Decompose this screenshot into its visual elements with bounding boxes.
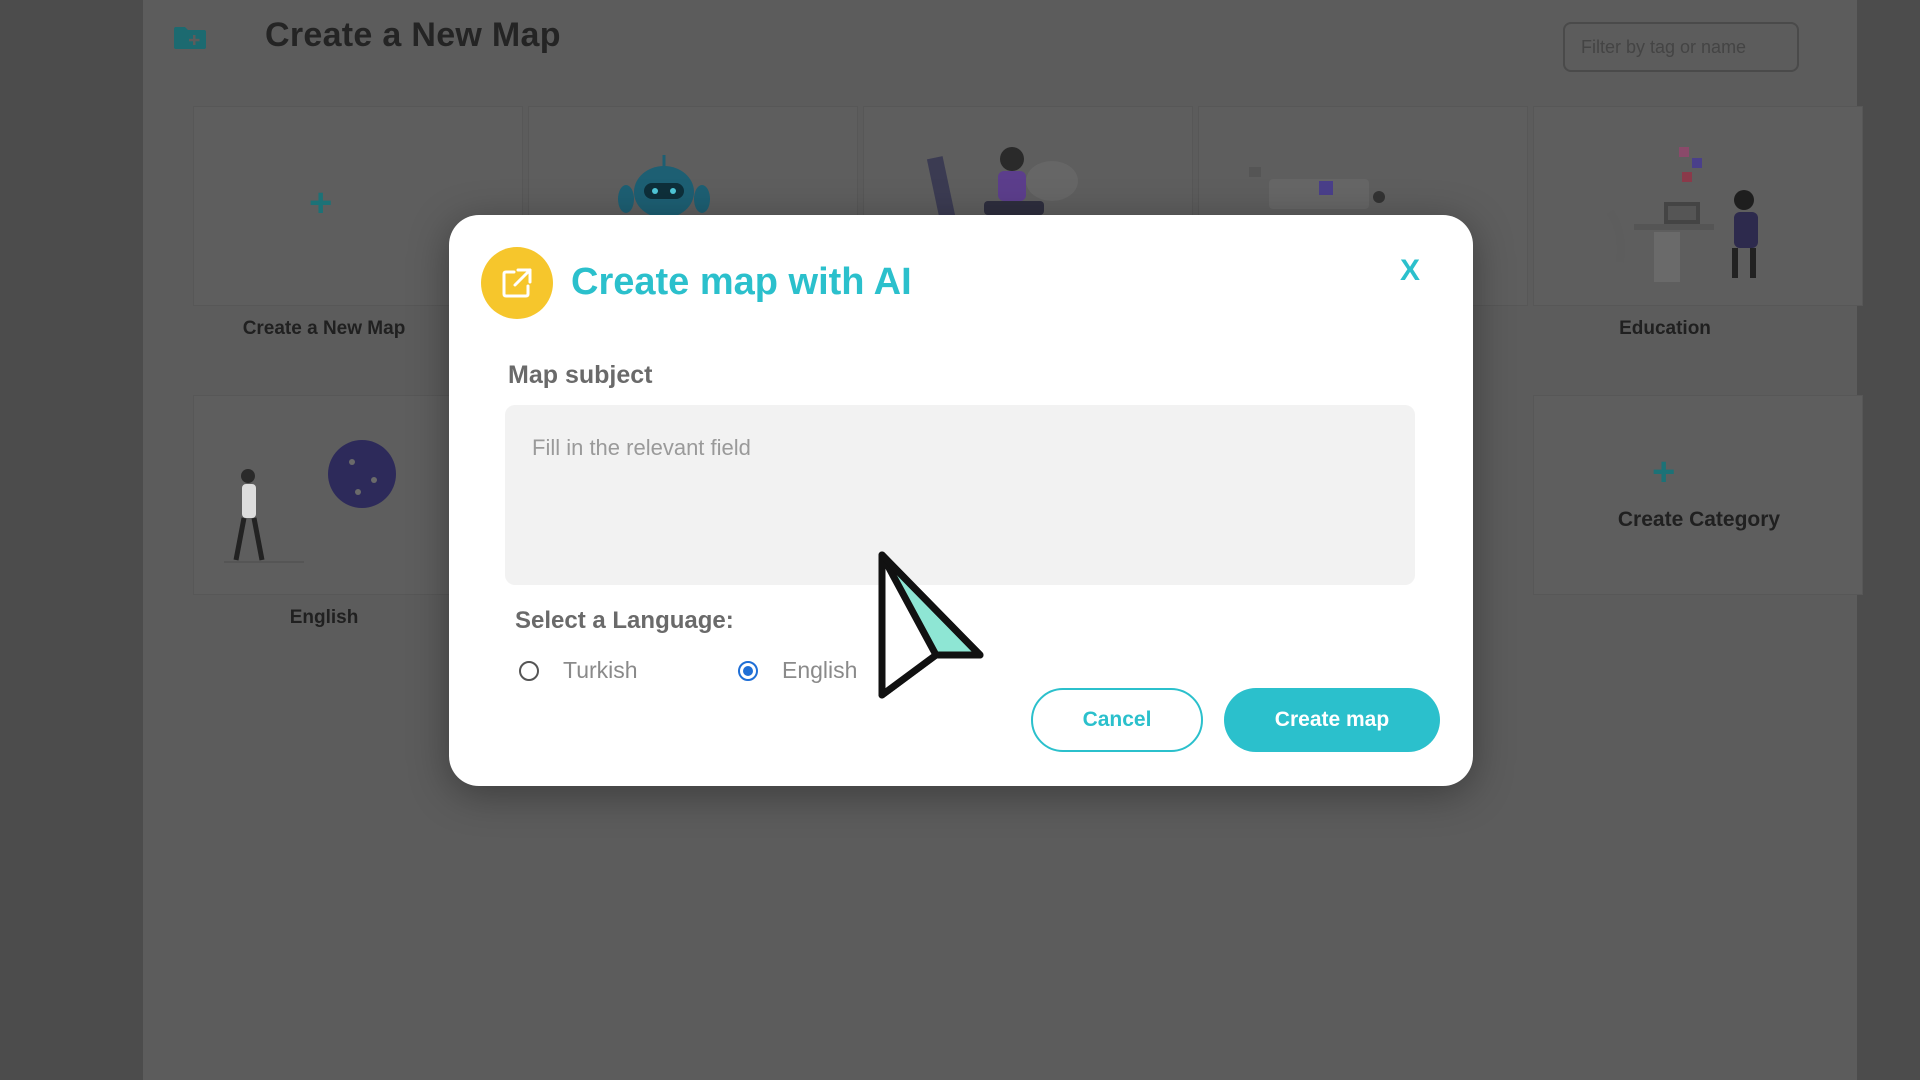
map-subject-label: Map subject	[508, 361, 653, 389]
create-map-button[interactable]: Create map	[1224, 688, 1440, 752]
cancel-button[interactable]: Cancel	[1031, 688, 1203, 752]
page-title: Create a New Map	[265, 16, 561, 54]
external-link-icon	[481, 247, 553, 319]
language-option-turkish[interactable]: Turkish	[519, 657, 638, 684]
language-option-english[interactable]: English	[738, 657, 857, 684]
modal-title: Create map with AI	[571, 261, 912, 303]
filter-input[interactable]	[1563, 22, 1799, 72]
radio-english[interactable]	[738, 660, 758, 681]
card-label-english: English	[289, 607, 359, 628]
plus-icon: +	[309, 181, 333, 225]
card-create-category[interactable]: + Create Category	[1533, 395, 1863, 595]
plus-icon: +	[1652, 450, 1676, 494]
card-label-education: Education	[1619, 318, 1711, 339]
right-panel	[1857, 0, 1920, 1080]
card-template-education[interactable]	[1533, 106, 1863, 306]
language-label: Select a Language:	[515, 607, 734, 634]
left-sidebar	[0, 0, 143, 1080]
card-label-create-category: Create Category	[1617, 508, 1781, 531]
english-illustration-icon	[224, 440, 396, 563]
education-illustration-icon	[1606, 147, 1758, 282]
radio-label-english: English	[782, 657, 858, 683]
folder-plus-icon[interactable]	[173, 26, 207, 50]
close-icon[interactable]: X	[1392, 253, 1428, 289]
card-label-create-new-map: Create a New Map	[242, 318, 406, 339]
mouse-cursor-icon	[878, 551, 984, 699]
reading-illustration-icon	[926, 147, 1078, 227]
radio-label-turkish: Turkish	[563, 657, 638, 683]
radio-turkish[interactable]	[519, 660, 539, 681]
